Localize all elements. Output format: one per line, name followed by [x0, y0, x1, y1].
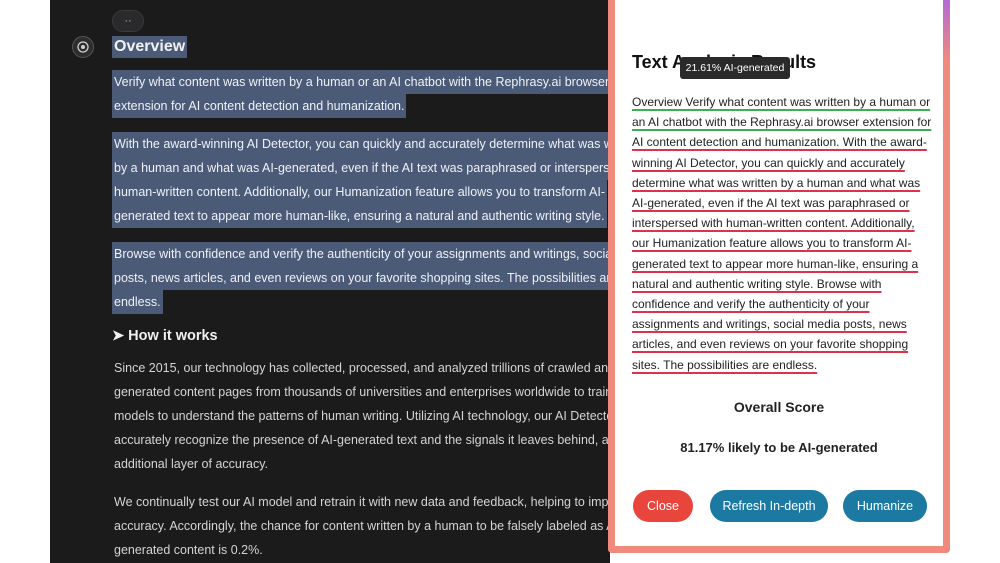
ai-text-line[interactable]: our Humanization feature allows you to t…: [632, 233, 911, 253]
paragraph: With the award-winning AI Detector, you …: [112, 132, 610, 228]
ai-text-line[interactable]: sites. The possibilities are endless.: [632, 355, 817, 375]
paragraph-line: accuracy. Accordingly, the chance for co…: [114, 519, 610, 533]
paragraph-line: extension for AI content detection and h…: [112, 94, 407, 118]
paragraph-line: We continually test our AI model and ret…: [114, 495, 610, 509]
ai-text-line[interactable]: winning AI Detector, you can quickly and…: [632, 153, 905, 173]
paragraph-line: models to understand the patterns of hum…: [114, 409, 610, 423]
document-content: Overview Verify what content was written…: [112, 36, 610, 563]
paragraph-line: accurately recognize the presence of AI-…: [114, 433, 610, 447]
ai-text-line[interactable]: confidence and verify the authenticity o…: [632, 294, 869, 314]
document-area: ·· Overview Verify what content was writ…: [50, 0, 610, 563]
paragraph: We continually test our AI model and ret…: [112, 490, 610, 562]
paragraph-line: endless.: [112, 290, 163, 314]
ai-text-line[interactable]: articles, and even reviews on your favor…: [632, 334, 908, 354]
paragraph-line: Verify what content was written by a hum…: [112, 70, 610, 94]
plain-paragraphs: Since 2015, our technology has collected…: [112, 356, 610, 562]
paragraph-line: generated content is 0.2%.: [114, 543, 263, 557]
selected-paragraphs: Verify what content was written by a hum…: [112, 70, 610, 314]
humanize-button[interactable]: Humanize: [843, 490, 927, 522]
ai-percentage-tooltip: 21.61% AI-generated: [680, 57, 790, 79]
ai-text-line[interactable]: interspersed with human-written content.…: [632, 213, 915, 233]
human-text-line[interactable]: an AI chatbot with the Rephrasy.ai brows…: [632, 112, 931, 132]
paragraph-line: posts, news articles, and even reviews o…: [112, 266, 610, 290]
ai-text-line[interactable]: generated text to appear more human-like…: [632, 254, 918, 274]
overall-score-value: 81.17% likely to be AI-generated: [680, 440, 878, 455]
paragraph-line: Browse with confidence and verify the au…: [112, 242, 610, 266]
ai-text-line[interactable]: determine what was written by a human an…: [632, 173, 920, 193]
how-it-works-heading: ➤ How it works: [112, 328, 218, 344]
paragraph-line: human-written content. Additionally, our…: [112, 180, 607, 204]
more-options-pill[interactable]: ··: [112, 10, 144, 32]
chatbot-avatar-icon: [72, 36, 94, 58]
paragraph: Browse with confidence and verify the au…: [112, 242, 610, 314]
analyzed-text: Overview Verify what content was written…: [632, 92, 937, 375]
paragraph-line: by a human and what was AI-generated, ev…: [112, 156, 610, 180]
ai-text-line[interactable]: assignments and writings, social media p…: [632, 314, 907, 334]
analysis-panel: Text Analysis Results Overview Verify wh…: [608, 0, 950, 553]
overview-heading: Overview: [112, 36, 188, 58]
ai-text-line[interactable]: AI-generated, even if the AI text was pa…: [632, 193, 910, 213]
human-text-line[interactable]: Overview Verify what content was written…: [632, 92, 930, 112]
paragraph: Since 2015, our technology has collected…: [112, 356, 610, 476]
paragraph-line: With the award-winning AI Detector, you …: [112, 132, 610, 156]
paragraph-line: Since 2015, our technology has collected…: [114, 361, 610, 375]
ai-text-line[interactable]: AI content detection and humanization. W…: [632, 132, 927, 152]
close-button[interactable]: Close: [633, 490, 693, 522]
paragraph-line: generated content pages from thousands o…: [114, 385, 610, 399]
refresh-in-depth-button[interactable]: Refresh In-depth: [710, 490, 828, 522]
ai-text-line[interactable]: natural and authentic writing style. Bro…: [632, 274, 881, 294]
overall-score-label: Overall Score: [733, 399, 825, 415]
paragraph-line: additional layer of accuracy.: [114, 457, 269, 471]
paragraph: Verify what content was written by a hum…: [112, 70, 610, 118]
paragraph-line: generated text to appear more human-like…: [112, 204, 607, 228]
